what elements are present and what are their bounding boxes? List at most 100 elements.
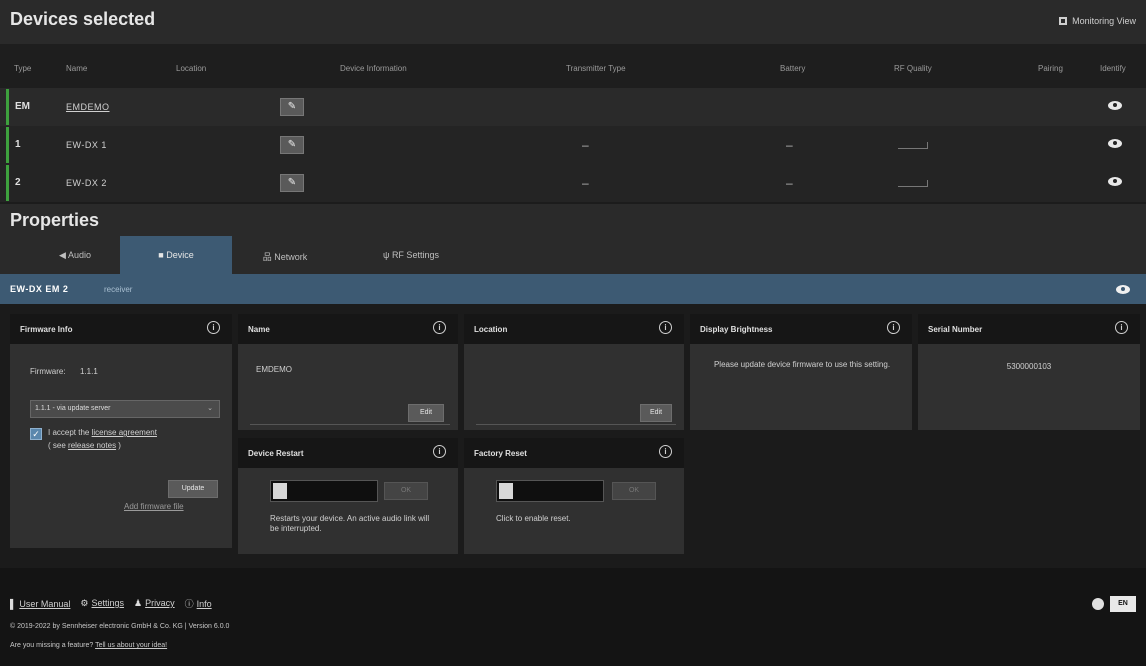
tab-network[interactable]: 品 Network bbox=[238, 236, 332, 274]
rf-quality-indicator bbox=[898, 142, 928, 149]
transmitter-type-value: – bbox=[582, 138, 589, 152]
table-row[interactable]: 2 EW-DX 2 ✎ – – bbox=[0, 164, 1146, 202]
feature-request: Are you missing a feature? Tell us about… bbox=[10, 642, 167, 649]
reset-note: Click to enable reset. bbox=[496, 514, 571, 523]
col-battery[interactable]: Battery bbox=[780, 64, 805, 73]
privacy-label: Privacy bbox=[145, 598, 175, 608]
user-manual-link[interactable]: ▌ User Manual bbox=[10, 599, 70, 609]
battery-value: – bbox=[786, 176, 793, 190]
name-card-title: Name bbox=[248, 325, 270, 334]
device-type-icon: EM bbox=[15, 101, 30, 112]
selection-indicator bbox=[6, 89, 9, 125]
edit-location-button[interactable]: ✎ bbox=[280, 174, 304, 192]
col-name[interactable]: Name bbox=[66, 64, 87, 73]
settings-label: Settings bbox=[91, 598, 125, 608]
table-row[interactable]: EM EMDEMO ✎ bbox=[0, 88, 1146, 126]
info-icon[interactable]: i bbox=[887, 321, 900, 334]
tab-device-label: Device bbox=[166, 250, 194, 260]
identify-eye-icon[interactable] bbox=[1108, 101, 1122, 110]
firmware-source-value: 1.1.1 - via update server bbox=[35, 405, 111, 412]
device-name[interactable]: EMDEMO bbox=[66, 102, 110, 112]
monitoring-view-link[interactable]: Monitoring View bbox=[1059, 16, 1136, 26]
tab-rf-settings-label: RF Settings bbox=[391, 250, 439, 260]
location-card-title: Location bbox=[474, 325, 508, 334]
release-notes-link[interactable]: release notes bbox=[68, 441, 116, 450]
info-link[interactable]: ⓘ Info bbox=[185, 597, 212, 610]
tab-audio[interactable]: ◀ Audio bbox=[34, 236, 116, 274]
reset-card-header: Factory Reset i bbox=[464, 438, 684, 468]
properties-title: Properties bbox=[10, 210, 100, 230]
selection-indicator bbox=[6, 165, 9, 201]
tab-device[interactable]: ■ Device bbox=[120, 236, 232, 274]
col-device-info[interactable]: Device Information bbox=[340, 64, 407, 73]
serial-card-header: Serial Number i bbox=[918, 314, 1140, 344]
info-icon[interactable]: i bbox=[433, 321, 446, 334]
network-icon: 品 bbox=[262, 252, 275, 262]
settings-link[interactable]: ⚙ Settings bbox=[80, 598, 124, 609]
device-table-header: Type Name Location Device Information Tr… bbox=[0, 44, 1146, 88]
firmware-source-select[interactable]: 1.1.1 - via update server ⌄ bbox=[30, 400, 220, 418]
selected-device-name: EW-DX EM 2 bbox=[10, 284, 69, 294]
name-card-header: Name i bbox=[238, 314, 458, 344]
name-field-underline bbox=[250, 424, 450, 425]
edit-location-button[interactable]: ✎ bbox=[280, 136, 304, 154]
serial-number-value: 5300000103 bbox=[1006, 362, 1052, 371]
info-icon[interactable]: i bbox=[433, 445, 446, 458]
selected-device-bar: EW-DX EM 2 receiver bbox=[0, 274, 1146, 304]
serial-card-title: Serial Number bbox=[928, 325, 983, 334]
see-end: ) bbox=[118, 441, 121, 450]
see-label: ( see bbox=[48, 441, 66, 450]
copyright-text: © 2019-2022 by Sennheiser electronic Gmb… bbox=[10, 623, 230, 630]
device-name[interactable]: EW-DX 1 bbox=[66, 140, 107, 150]
properties-section: Properties ◀ Audio ■ Device 品 Network ψ … bbox=[0, 204, 1146, 284]
brightness-card-title: Display Brightness bbox=[700, 325, 773, 334]
col-rf-quality[interactable]: RF Quality bbox=[894, 64, 932, 73]
edit-location-button[interactable]: ✎ bbox=[280, 98, 304, 116]
selected-device-type: receiver bbox=[104, 285, 133, 294]
update-button[interactable]: Update bbox=[168, 480, 218, 498]
privacy-link[interactable]: ♟ Privacy bbox=[134, 598, 175, 609]
reset-ok-button[interactable]: OK bbox=[612, 482, 656, 500]
selection-indicator bbox=[6, 127, 9, 163]
monitor-icon bbox=[1059, 17, 1068, 25]
language-select[interactable]: EN bbox=[1110, 596, 1136, 612]
restart-ok-button[interactable]: OK bbox=[384, 482, 428, 500]
edit-location-button[interactable]: Edit bbox=[640, 404, 672, 422]
toggle-knob bbox=[273, 483, 287, 499]
device-name[interactable]: EW-DX 2 bbox=[66, 178, 107, 188]
user-manual-label: User Manual bbox=[19, 598, 71, 609]
table-row[interactable]: 1 EW-DX 1 ✎ – – bbox=[0, 126, 1146, 164]
col-type[interactable]: Type bbox=[14, 64, 31, 73]
edit-name-button[interactable]: Edit bbox=[408, 404, 444, 422]
user-icon: ♟ bbox=[134, 598, 143, 608]
battery-value: – bbox=[786, 138, 793, 152]
info-icon[interactable]: i bbox=[659, 321, 672, 334]
tab-audio-label: Audio bbox=[67, 250, 91, 260]
col-pairing[interactable]: Pairing bbox=[1038, 64, 1063, 73]
col-identify[interactable]: Identify bbox=[1100, 64, 1126, 73]
brightness-message: Please update device firmware to use thi… bbox=[713, 360, 891, 369]
identify-eye-icon[interactable] bbox=[1116, 285, 1130, 294]
info-icon[interactable]: i bbox=[659, 445, 672, 458]
identify-eye-icon[interactable] bbox=[1108, 177, 1122, 186]
tab-rf-settings[interactable]: ψ RF Settings bbox=[356, 236, 466, 274]
device-icon: ■ bbox=[158, 250, 167, 260]
info-icon[interactable]: i bbox=[1115, 321, 1128, 334]
accept-license-checkbox[interactable]: ✓ bbox=[30, 428, 42, 440]
col-transmitter-type[interactable]: Transmitter Type bbox=[566, 64, 626, 73]
info-label: Info bbox=[196, 599, 212, 609]
col-location[interactable]: Location bbox=[176, 64, 206, 73]
add-firmware-file-link[interactable]: Add firmware file bbox=[124, 502, 184, 511]
gear-icon: ⚙ bbox=[80, 598, 89, 608]
identify-eye-icon[interactable] bbox=[1108, 139, 1122, 148]
location-field-underline bbox=[476, 424, 676, 425]
tab-network-label: Network bbox=[274, 252, 308, 262]
book-icon: ▌ bbox=[10, 598, 17, 609]
info-icon[interactable]: i bbox=[207, 321, 220, 334]
devices-header: Devices selected Monitoring View bbox=[0, 0, 1146, 44]
restart-enable-toggle[interactable] bbox=[270, 480, 378, 502]
reset-enable-toggle[interactable] bbox=[496, 480, 604, 502]
license-link[interactable]: license agreement bbox=[92, 428, 157, 437]
feature-link[interactable]: Tell us about your idea! bbox=[95, 642, 167, 649]
restart-card-title: Device Restart bbox=[248, 449, 304, 458]
